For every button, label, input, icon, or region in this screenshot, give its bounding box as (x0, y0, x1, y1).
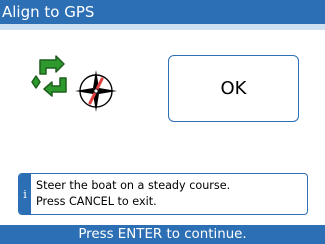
ok-button[interactable]: OK (168, 55, 299, 122)
gps-align-screen: Align to GPS OK i Steer the boat on a st… (0, 0, 325, 244)
info-line-1: Steer the boat on a steady course. (36, 179, 231, 192)
title-bar: Align to GPS (0, 0, 325, 24)
info-message: Steer the boat on a steady course. Press… (36, 178, 303, 210)
title-underline (0, 24, 325, 30)
status-bar: Press ENTER to continue. (0, 225, 325, 244)
ok-button-label: OK (220, 78, 247, 99)
info-icon: i (19, 174, 31, 214)
page-title: Align to GPS (2, 3, 95, 21)
compass-icon (75, 70, 117, 112)
info-badge-label: i (23, 187, 27, 201)
info-box: i Steer the boat on a steady course. Pre… (18, 173, 308, 215)
info-line-2: Press CANCEL to exit. (36, 195, 157, 208)
status-text: Press ENTER to continue. (78, 227, 247, 242)
